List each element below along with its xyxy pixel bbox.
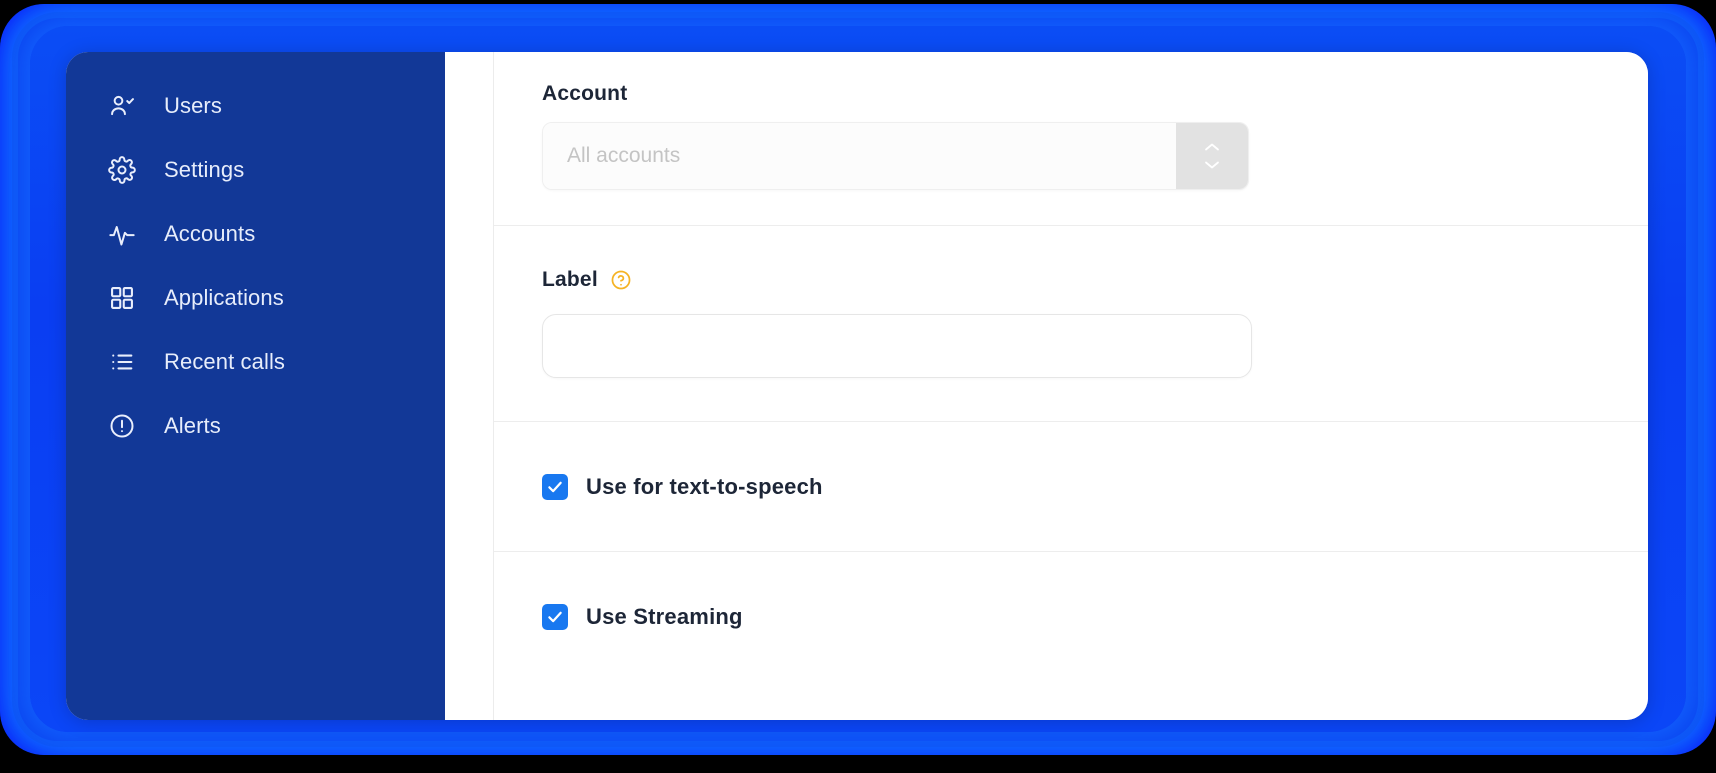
label-input[interactable] xyxy=(542,314,1252,378)
user-check-icon xyxy=(108,92,136,120)
sidebar-item-settings[interactable]: Settings xyxy=(66,138,445,202)
top-black-bar xyxy=(0,0,1716,4)
gear-icon xyxy=(108,156,136,184)
sidebar-item-users[interactable]: Users xyxy=(66,74,445,138)
sidebar-item-accounts[interactable]: Accounts xyxy=(66,202,445,266)
checkbox-label: Use for text-to-speech xyxy=(586,473,823,499)
sidebar-item-label: Users xyxy=(164,93,222,118)
checkbox-row-use-streaming[interactable]: Use Streaming xyxy=(542,604,743,630)
account-select[interactable]: All accounts xyxy=(542,122,1249,190)
content-area: Account All accounts Label Use for text-… xyxy=(445,52,1648,720)
alert-circle-icon xyxy=(108,412,136,440)
checkbox-checked-icon[interactable] xyxy=(542,473,568,500)
grid-icon xyxy=(108,284,136,312)
chevron-up-icon[interactable] xyxy=(1202,141,1222,153)
tts-section: Use for text-to-speech xyxy=(494,422,1648,552)
chevron-down-icon[interactable] xyxy=(1202,159,1222,171)
sidebar-item-recent-calls[interactable]: Recent calls xyxy=(66,330,445,394)
pulse-icon xyxy=(108,220,136,248)
sidebar-item-alerts[interactable]: Alerts xyxy=(66,394,445,458)
account-field-title: Account xyxy=(542,82,628,105)
streaming-section: Use Streaming xyxy=(494,552,1648,682)
account-section: Account All accounts xyxy=(494,52,1648,226)
sidebar-item-label: Recent calls xyxy=(164,349,286,374)
sidebar-item-label: Applications xyxy=(164,285,284,310)
sidebar-item-label: Alerts xyxy=(164,413,221,438)
label-section: Label xyxy=(494,226,1648,422)
account-stepper[interactable] xyxy=(1176,123,1248,189)
sidebar-item-label: Accounts xyxy=(164,221,256,246)
list-icon xyxy=(108,348,136,376)
label-field-title: Label xyxy=(542,268,1648,292)
sidebar-item-label: Settings xyxy=(164,157,245,182)
bottom-black-bar xyxy=(0,755,1716,773)
account-select-box[interactable]: All accounts xyxy=(543,123,1176,189)
screen-root: Users Settings Accounts Applications Rec… xyxy=(0,0,1716,773)
sidebar-item-applications[interactable]: Applications xyxy=(66,266,445,330)
question-circle-icon[interactable] xyxy=(610,269,632,291)
checkbox-row-text-to-speech[interactable]: Use for text-to-speech xyxy=(542,473,823,500)
label-title-text: Label xyxy=(542,268,598,291)
checkbox-checked-icon[interactable] xyxy=(542,604,568,630)
sidebar: Users Settings Accounts Applications Rec… xyxy=(66,52,445,720)
app-window: Users Settings Accounts Applications Rec… xyxy=(66,52,1648,720)
account-placeholder: All accounts xyxy=(567,144,681,167)
checkbox-label: Use Streaming xyxy=(586,604,743,629)
